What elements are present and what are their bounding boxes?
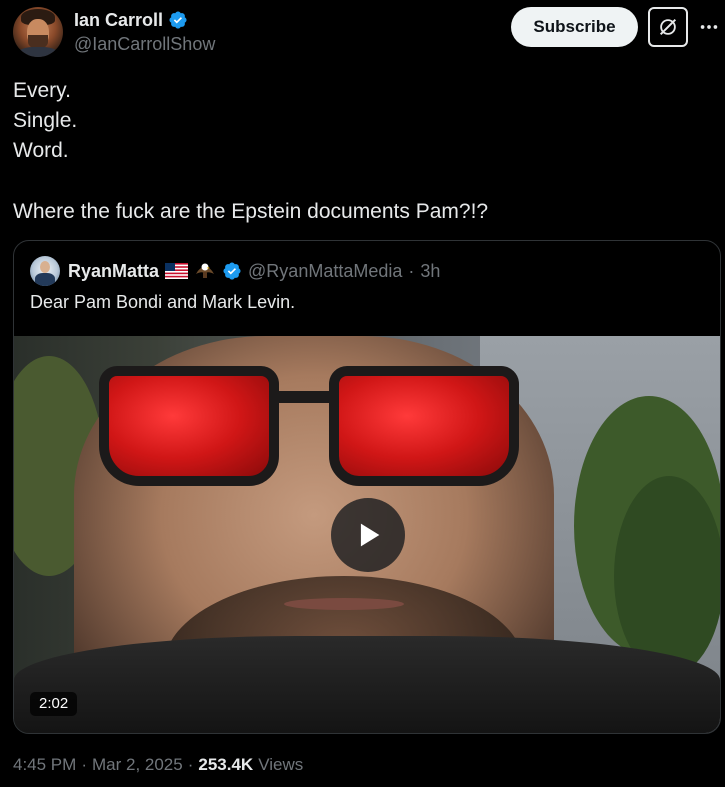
meta-separator: · — [187, 755, 194, 774]
tweet-meta: 4:45 PM · Mar 2, 2025 · 253.4K Views — [13, 755, 303, 775]
tweet-line-break — [13, 166, 713, 197]
tweet-line: Single. — [13, 109, 78, 132]
views-count[interactable]: 253.4K — [198, 755, 253, 775]
tweet-time[interactable]: 4:45 PM — [13, 755, 76, 775]
tweet-line: Word. — [13, 139, 69, 162]
tweet-line: Where the fuck are the Epstein documents… — [13, 200, 489, 223]
author-avatar[interactable] — [13, 7, 63, 57]
quoted-tweet-card[interactable]: RyanMatta @RyanMattaMedia · 3h Dear Pam … — [13, 240, 721, 734]
tweet-line: Every. — [13, 79, 71, 102]
tweet-text: Every. Single. Word. Where the fuck are … — [13, 76, 713, 227]
video-duration: 2:02 — [30, 692, 78, 716]
more-icon[interactable] — [696, 14, 722, 40]
subscribe-button[interactable]: Subscribe — [511, 7, 638, 47]
grok-icon[interactable] — [648, 7, 688, 47]
quoted-tweet-header: RyanMatta @RyanMattaMedia · 3h — [30, 256, 440, 286]
quoted-tweet-text: Dear Pam Bondi and Mark Levin. — [30, 292, 296, 312]
quoted-author-name[interactable]: RyanMatta — [68, 261, 159, 282]
tweet-header: Ian Carroll @IanCarrollShow Subscribe — [0, 0, 725, 64]
author-handle[interactable]: @IanCarrollShow — [74, 34, 215, 55]
us-flag-icon — [165, 263, 189, 279]
author-name-row[interactable]: Ian Carroll — [74, 9, 188, 31]
verified-badge-icon — [168, 10, 188, 30]
quoted-time-ago[interactable]: 3h — [420, 261, 440, 282]
meta-separator: · — [81, 755, 87, 774]
play-icon[interactable] — [331, 498, 405, 572]
author-display-name[interactable]: Ian Carroll — [74, 10, 163, 31]
quoted-author-handle[interactable]: @RyanMattaMedia — [248, 261, 402, 282]
quoted-author-avatar[interactable] — [30, 256, 60, 286]
quoted-verified-badge-icon — [222, 261, 242, 281]
tweet-date[interactable]: Mar 2, 2025 — [92, 755, 183, 775]
views-label: Views — [258, 755, 304, 774]
eagle-icon — [194, 260, 216, 282]
video-player[interactable]: 2:02 — [14, 336, 720, 733]
quoted-separator: · — [408, 260, 415, 281]
